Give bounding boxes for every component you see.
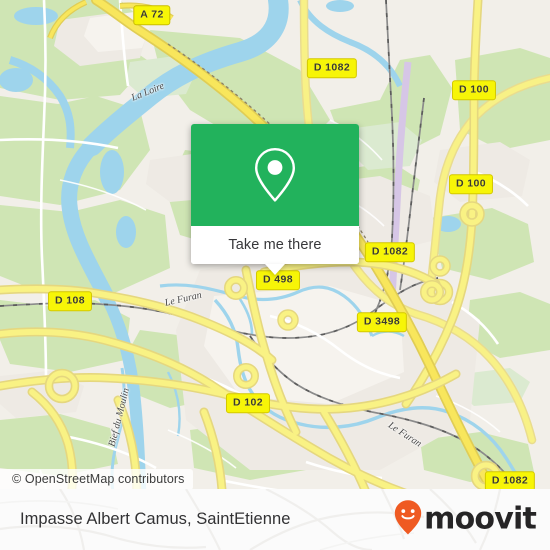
take-me-there-button[interactable]: Take me there (191, 226, 359, 264)
road-shield-a72: A 72 (133, 5, 171, 25)
road-shield-d3498: D 3498 (356, 312, 408, 332)
location-pin-icon (252, 146, 298, 204)
road-shield-d100-lower: D 100 (448, 174, 494, 194)
moovit-map-screenshot: A 72 D 1082 D 100 D 100 D 1082 D 498 D 1… (0, 0, 550, 550)
footer-bar: Impasse Albert Camus, SaintEtienne moovi… (0, 489, 550, 550)
popup-header (191, 124, 359, 226)
moovit-wordmark: moovit (424, 501, 537, 537)
moovit-logo[interactable]: moovit (394, 499, 537, 540)
road-shield-d102: D 102 (225, 393, 271, 413)
moovit-smiley-pin-icon (394, 499, 422, 540)
road-shield-d108: D 108 (47, 291, 93, 311)
destination-popup-card[interactable]: Take me there (191, 124, 359, 275)
osm-attribution[interactable]: © OpenStreetMap contributors (0, 469, 193, 490)
road-shield-d100-upper: D 100 (451, 80, 497, 100)
road-shield-d1082-mid: D 1082 (364, 242, 416, 262)
popup-pointer-tail (265, 264, 285, 275)
road-shield-d1082-south: D 1082 (484, 471, 536, 491)
place-title: Impasse Albert Camus, SaintEtienne (20, 510, 291, 528)
road-shield-d1082-north: D 1082 (306, 58, 358, 78)
